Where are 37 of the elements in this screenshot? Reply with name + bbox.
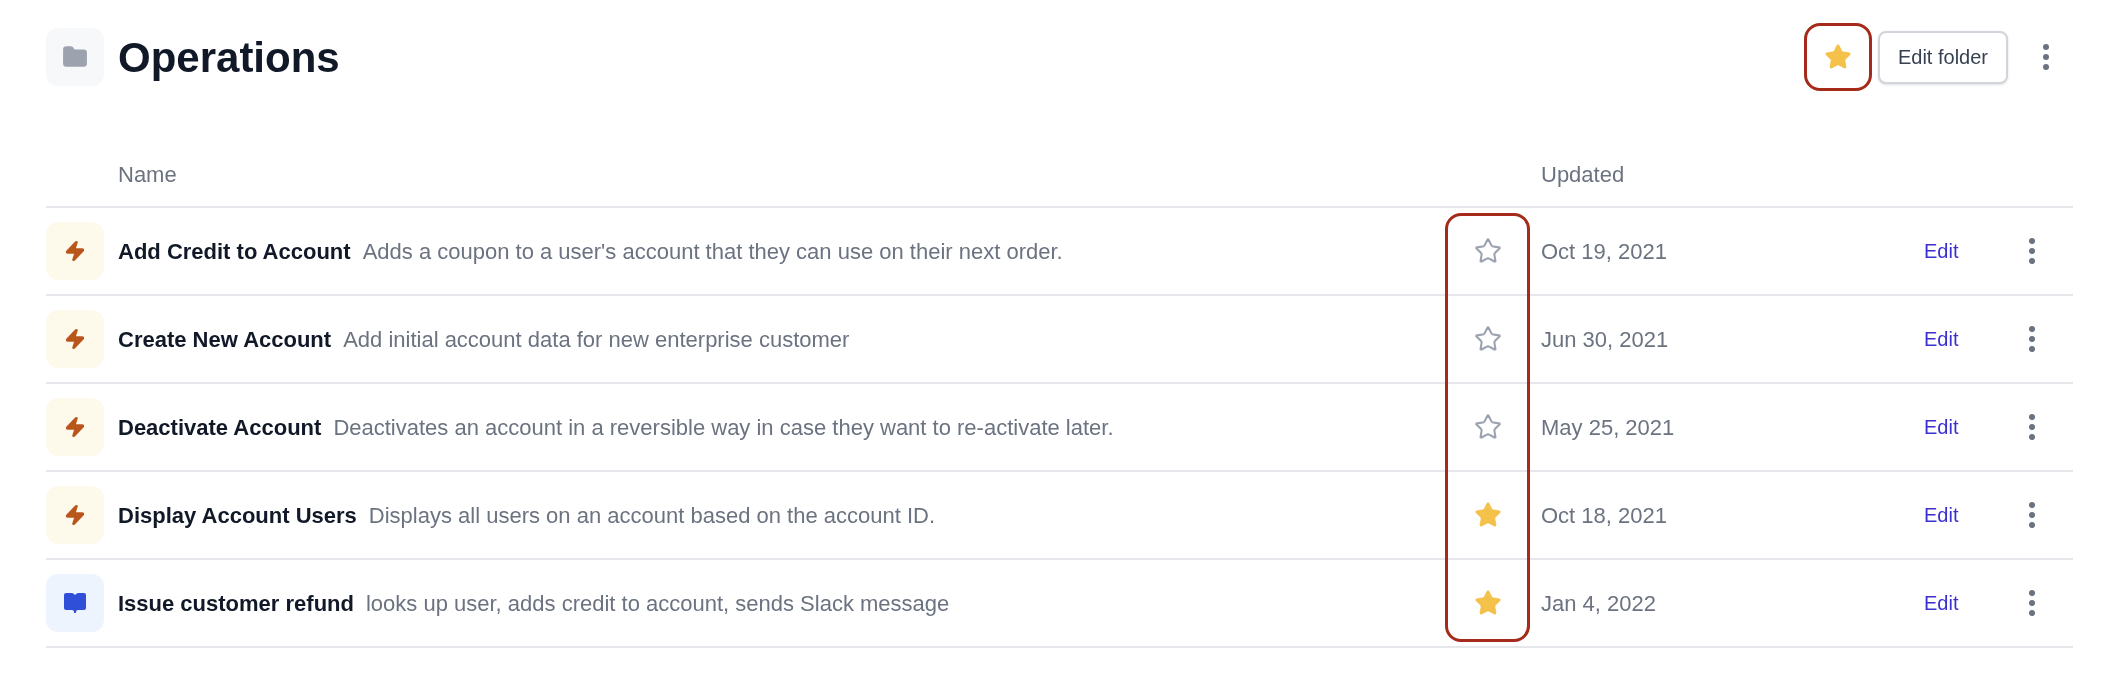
updated-date: Jan 4, 2022 (1541, 590, 1656, 616)
lightning-bolt-icon (64, 416, 86, 438)
favorite-button[interactable] (1803, 23, 1872, 91)
kebab-menu-icon (2028, 238, 2035, 264)
item-name-link[interactable]: Issue customer refund (118, 586, 354, 620)
updated-date: Jun 30, 2021 (1541, 326, 1669, 352)
edit-link[interactable]: Edit (1924, 328, 1959, 350)
item-name-link[interactable]: Deactivate Account (118, 410, 322, 444)
open-book-icon (63, 591, 87, 615)
item-description: Add initial account data for new enterprise customer (343, 325, 850, 354)
kebab-menu-icon (2028, 590, 2035, 616)
item-name-link[interactable]: Create New Account (118, 322, 332, 356)
lightning-bolt-icon (64, 504, 86, 526)
item-description: Displays all users on an account based on the account ID. (368, 501, 936, 530)
updated-date: Oct 19, 2021 (1541, 238, 1667, 264)
updated-date: May 25, 2021 (1541, 414, 1675, 440)
item-description: Deactivates an account in a reversible way in case they want to re-activate later. (333, 413, 1114, 442)
item-description: Adds a coupon to a user's account that they can use on their next order. (362, 237, 1063, 266)
edit-link[interactable]: Edit (1924, 240, 1959, 262)
edit-folder-button[interactable]: Edit folder (1877, 30, 2008, 84)
edit-link[interactable]: Edit (1924, 592, 1959, 614)
edit-link[interactable]: Edit (1924, 416, 1959, 438)
folder-icon (62, 44, 88, 70)
kebab-menu-icon (2043, 44, 2049, 70)
item-name-link[interactable]: Add Credit to Account (118, 234, 351, 268)
kebab-menu-icon (2028, 326, 2035, 352)
kebab-menu-icon (2028, 414, 2035, 440)
column-header: Updated (1541, 160, 1626, 189)
item-name-link[interactable]: Display Account Users (118, 498, 357, 532)
folder-title: Operations (118, 32, 340, 83)
lightning-bolt-icon (64, 328, 86, 350)
lightning-bolt-icon (64, 240, 86, 262)
column-header: Name (118, 160, 177, 189)
edit-link[interactable]: Edit (1924, 504, 1959, 526)
item-description: looks up user, adds credit to account, sends Slack message (365, 589, 950, 618)
kebab-menu-icon (2028, 502, 2035, 528)
updated-date: Oct 18, 2021 (1541, 502, 1667, 528)
